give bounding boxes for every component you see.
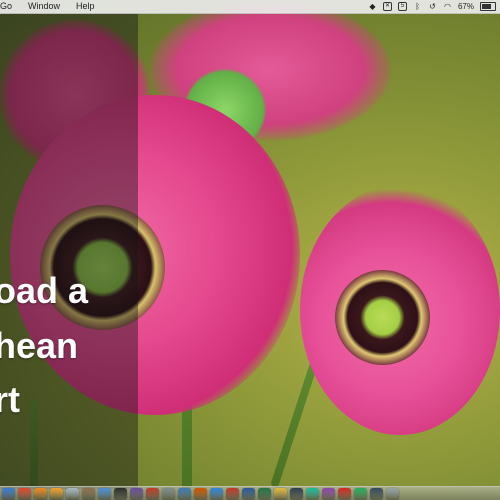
app-icon-20[interactable]: [306, 487, 319, 500]
menu-bar: Go Window Help ◆ ✕ 5 ᛒ ↺ ◠ 67%: [0, 0, 500, 14]
app-icon-11[interactable]: [162, 487, 175, 500]
five-box-icon[interactable]: 5: [397, 2, 407, 11]
wifi-icon[interactable]: ◠: [443, 2, 452, 11]
app-icon-9[interactable]: [130, 487, 143, 500]
dropbox-icon[interactable]: ◆: [368, 2, 377, 11]
app-icon-8[interactable]: [114, 487, 127, 500]
menu-window[interactable]: Window: [20, 0, 68, 13]
desktop: Go Window Help ◆ ✕ 5 ᛒ ↺ ◠ 67% oad a hea…: [0, 0, 500, 500]
excel-icon[interactable]: [258, 487, 271, 500]
app-icon-12[interactable]: [178, 487, 191, 500]
browser-icon[interactable]: [98, 487, 111, 500]
finder-icon[interactable]: [2, 487, 15, 500]
app-icon-25[interactable]: [386, 487, 399, 500]
app-icon-18[interactable]: [274, 487, 287, 500]
status-area: ◆ ✕ 5 ᛒ ↺ ◠ 67%: [368, 0, 500, 13]
slide-text-line-1: oad a: [0, 270, 89, 311]
slide-text-line-3: rt: [0, 379, 20, 420]
menu-go[interactable]: Go: [0, 0, 20, 13]
word-icon[interactable]: [242, 487, 255, 500]
photos-icon[interactable]: [82, 487, 95, 500]
app-icon-19[interactable]: [290, 487, 303, 500]
slide-panel: oad a hean rt: [0, 13, 138, 489]
battery-icon[interactable]: [480, 2, 496, 11]
app-icon-21[interactable]: [322, 487, 335, 500]
presentation-icon[interactable]: [146, 487, 159, 500]
app-icon-15[interactable]: [226, 487, 239, 500]
cone-icon[interactable]: [34, 487, 47, 500]
battery-percent[interactable]: 67%: [458, 2, 474, 11]
safari-icon[interactable]: [210, 487, 223, 500]
bluetooth-icon[interactable]: ᛒ: [413, 2, 422, 11]
close-box-icon[interactable]: ✕: [382, 2, 392, 11]
app-icon-24[interactable]: [370, 487, 383, 500]
dock: [0, 486, 500, 500]
preview-icon[interactable]: [66, 487, 79, 500]
vlc-icon[interactable]: [50, 487, 63, 500]
app-icon-23[interactable]: [354, 487, 367, 500]
app-icon-13[interactable]: [194, 487, 207, 500]
slide-text-line-2: hean: [0, 325, 79, 366]
chrome-icon[interactable]: [18, 487, 31, 500]
time-machine-icon[interactable]: ↺: [428, 2, 437, 11]
acrobat-icon[interactable]: [338, 487, 351, 500]
menu-help[interactable]: Help: [68, 0, 103, 13]
